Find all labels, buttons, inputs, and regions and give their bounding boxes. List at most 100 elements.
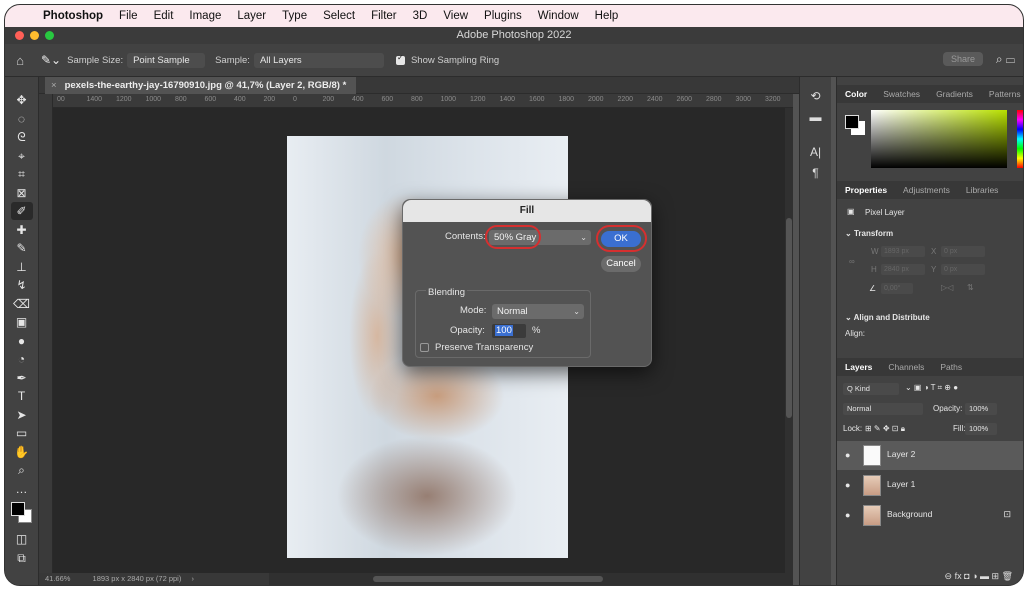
eye-icon[interactable]: ● bbox=[845, 510, 850, 520]
move-tool-icon[interactable]: ✥ bbox=[11, 91, 33, 109]
color-picker-field[interactable] bbox=[871, 110, 1007, 168]
y-field[interactable]: 0 px bbox=[941, 264, 985, 275]
minimize-window-button[interactable] bbox=[30, 31, 39, 40]
quick-mask-icon[interactable]: ◫ bbox=[11, 530, 33, 548]
healing-brush-tool-icon[interactable]: ✚ bbox=[11, 221, 33, 239]
character-panel-icon[interactable]: A| bbox=[810, 145, 821, 166]
blur-tool-icon[interactable]: ● bbox=[11, 332, 33, 350]
eye-icon[interactable]: ● bbox=[845, 480, 850, 490]
menu-help[interactable]: Help bbox=[587, 10, 627, 22]
eyedropper-tool-icon[interactable]: ✐ bbox=[10, 202, 33, 220]
menu-file[interactable]: File bbox=[111, 10, 146, 22]
zoom-tool-icon[interactable]: ⌕ bbox=[11, 461, 33, 479]
x-field[interactable]: 0 px bbox=[941, 246, 985, 257]
menu-view[interactable]: View bbox=[435, 10, 476, 22]
lasso-tool-icon[interactable]: ᘓ bbox=[11, 128, 33, 146]
menu-type[interactable]: Type bbox=[274, 10, 315, 22]
menu-window[interactable]: Window bbox=[530, 10, 587, 22]
show-sampling-ring-checkbox[interactable] bbox=[395, 53, 405, 65]
clone-stamp-tool-icon[interactable]: ⊥ bbox=[11, 258, 33, 276]
menu-plugins[interactable]: Plugins bbox=[476, 10, 530, 22]
zoom-level[interactable]: 41.66% bbox=[45, 574, 70, 583]
foreground-color-swatch[interactable] bbox=[10, 502, 25, 516]
lock-icons[interactable]: ⊞ ✎ ✥ ⊡ 🔒︎ bbox=[865, 424, 905, 434]
history-brush-tool-icon[interactable]: ↯ bbox=[11, 276, 33, 294]
menu-edit[interactable]: Edit bbox=[146, 10, 182, 22]
height-field[interactable]: 2840 px bbox=[881, 264, 925, 275]
more-tools-icon[interactable]: … bbox=[11, 480, 33, 498]
path-selection-tool-icon[interactable]: ➤ bbox=[11, 406, 33, 424]
frame-tool-icon[interactable]: ⊠ bbox=[11, 184, 33, 202]
tab-color[interactable]: Color bbox=[837, 89, 875, 99]
add-mask-icon[interactable]: ◘ bbox=[964, 571, 969, 581]
document-tab[interactable]: × pexels-the-earthy-jay-16790910.jpg @ 41… bbox=[45, 77, 357, 94]
blend-mode-select[interactable]: Normal bbox=[843, 403, 923, 415]
pen-tool-icon[interactable]: ✒ bbox=[11, 369, 33, 387]
brush-tool-icon[interactable]: ✎ bbox=[11, 239, 33, 257]
tab-properties[interactable]: Properties bbox=[837, 185, 895, 195]
gradient-tool-icon[interactable]: ▣ bbox=[11, 313, 33, 331]
share-button[interactable]: Share bbox=[942, 52, 983, 66]
cancel-button[interactable]: Cancel bbox=[601, 256, 641, 272]
fx-icon[interactable]: fx bbox=[955, 571, 965, 581]
menu-layer[interactable]: Layer bbox=[229, 10, 274, 22]
tab-gradients[interactable]: Gradients bbox=[928, 89, 981, 99]
horizontal-scroll-thumb[interactable] bbox=[373, 576, 603, 582]
eyedropper-tool-preset-icon[interactable]: ✎⌄ bbox=[41, 53, 61, 67]
menu-3d[interactable]: 3D bbox=[405, 10, 436, 22]
tab-swatches[interactable]: Swatches bbox=[875, 89, 928, 99]
fill-field[interactable]: 100% bbox=[965, 423, 997, 435]
paragraph-panel-icon[interactable]: ¶ bbox=[812, 166, 818, 187]
menu-select[interactable]: Select bbox=[315, 10, 363, 22]
preserve-transparency-checkbox[interactable] bbox=[420, 342, 429, 352]
opacity-input[interactable]: 100 bbox=[492, 324, 526, 338]
screen-mode-icon[interactable]: ⧉ bbox=[11, 549, 33, 567]
sample-select[interactable]: All Layers bbox=[253, 52, 384, 68]
angle-field[interactable]: 0,00° bbox=[881, 283, 913, 294]
transform-section[interactable]: ⌄ Transform bbox=[845, 229, 893, 238]
tab-adjustments[interactable]: Adjustments bbox=[895, 185, 958, 195]
close-tab-icon[interactable]: × bbox=[51, 80, 57, 91]
layer-row[interactable]: ● Layer 1 bbox=[837, 471, 1023, 500]
layer-row[interactable]: ● Background ⊡ bbox=[837, 501, 1023, 530]
status-chevron-icon[interactable]: › bbox=[191, 574, 194, 583]
type-tool-icon[interactable]: T bbox=[11, 387, 33, 405]
align-distribute-section[interactable]: ⌄ Align and Distribute bbox=[845, 313, 930, 322]
new-group-icon[interactable]: ▬ bbox=[980, 571, 989, 581]
comments-panel-icon[interactable]: ▬ bbox=[810, 110, 822, 131]
history-panel-icon[interactable]: ⟲ bbox=[810, 89, 820, 110]
mode-select[interactable]: Normal ⌄ bbox=[492, 304, 584, 319]
quick-select-tool-icon[interactable]: ⌖ bbox=[11, 147, 33, 165]
crop-tool-icon[interactable]: ⌗ bbox=[11, 165, 33, 183]
new-layer-icon[interactable]: ⊞ bbox=[992, 571, 1002, 581]
layer-row[interactable]: ● Layer 2 bbox=[837, 441, 1023, 470]
tab-libraries[interactable]: Libraries bbox=[958, 185, 1007, 195]
menu-app-photoshop[interactable]: Photoshop bbox=[35, 10, 111, 22]
home-icon[interactable]: ⌂ bbox=[5, 53, 35, 68]
horizontal-ruler[interactable]: 00 1400 1200 1000 800 600 400 200 0 200 400 600 800 1… bbox=[53, 94, 793, 108]
vertical-ruler[interactable] bbox=[39, 94, 53, 573]
width-field[interactable]: 1893 px bbox=[881, 246, 925, 257]
flip-vertical-icon[interactable]: ⇅ bbox=[967, 283, 974, 292]
sample-size-select[interactable]: Point Sample bbox=[127, 52, 206, 68]
link-dimensions-icon[interactable]: ∞ bbox=[849, 257, 855, 266]
hue-slider[interactable] bbox=[1017, 110, 1023, 168]
link-layers-icon[interactable]: ⊖ bbox=[945, 571, 953, 581]
flip-horizontal-icon[interactable]: ▷◁ bbox=[941, 283, 953, 292]
dodge-tool-icon[interactable]: ◔ bbox=[11, 350, 33, 368]
color-panel-foreground-swatch[interactable] bbox=[845, 115, 859, 129]
eraser-tool-icon[interactable]: ⌫ bbox=[11, 295, 33, 313]
adjustment-layer-icon[interactable]: ◑ bbox=[972, 571, 980, 581]
vertical-scrollbar[interactable] bbox=[785, 108, 793, 573]
trash-icon[interactable]: 🗑︎ bbox=[1002, 571, 1013, 581]
vertical-scroll-thumb[interactable] bbox=[786, 218, 792, 418]
menu-image[interactable]: Image bbox=[181, 10, 229, 22]
tab-patterns[interactable]: Patterns bbox=[981, 89, 1023, 99]
layer-filter-icons[interactable]: ⌄ ▣ ◑ T ⌗ ⊕ ● bbox=[905, 383, 958, 393]
search-icon[interactable]: ⌕ ▭ bbox=[996, 52, 1015, 67]
tab-paths[interactable]: Paths bbox=[932, 362, 970, 372]
color-swatches[interactable] bbox=[10, 502, 33, 524]
hand-tool-icon[interactable]: ✋ bbox=[11, 443, 33, 461]
rectangle-tool-icon[interactable]: ▭ bbox=[11, 424, 33, 442]
tab-layers[interactable]: Layers bbox=[837, 362, 880, 372]
